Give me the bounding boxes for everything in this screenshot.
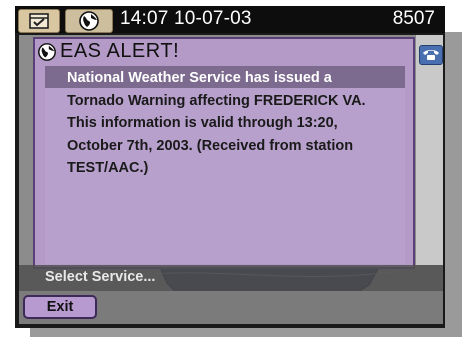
alert-message: National Weather Service has issued a To… [67, 67, 402, 180]
bottom-bar: Exit [19, 291, 443, 324]
tab-globe[interactable] [65, 9, 113, 33]
globe-icon [38, 42, 56, 61]
select-service-label: Select Service... [45, 269, 156, 285]
alert-title: EAS ALERT! [60, 40, 180, 62]
select-service-bar[interactable]: Select Service... [19, 265, 443, 291]
phone-icon [423, 50, 439, 60]
checklist-icon [29, 13, 49, 29]
screen: EAS ALERT! National Weather Service has … [19, 35, 443, 324]
exit-button[interactable]: Exit [23, 295, 97, 319]
alert-line: TEST/AAC.) [67, 160, 149, 176]
status-bar: 14:07 10-07-03 8507 [15, 6, 445, 33]
globe-icon [79, 11, 99, 31]
right-strip [416, 35, 443, 265]
alert-body: National Weather Service has issued a To… [45, 66, 405, 264]
status-time-date: 14:07 10-07-03 [120, 8, 252, 29]
alert-header: EAS ALERT! [35, 39, 413, 64]
device-frame: 14:07 10-07-03 8507 EAS ALERT! National … [15, 6, 445, 328]
alert-line: National Weather Service has issued a [67, 70, 332, 86]
alert-line: This information is valid through 13:20, [67, 115, 338, 131]
tab-checklist[interactable] [18, 9, 60, 33]
alert-line: Tornado Warning affecting FREDERICK VA. [67, 92, 366, 109]
eas-alert-panel: EAS ALERT! National Weather Service has … [33, 37, 415, 269]
status-number: 8507 [392, 8, 435, 29]
alert-line: October 7th, 2003. (Received from statio… [67, 137, 354, 154]
phone-button[interactable] [419, 45, 443, 65]
